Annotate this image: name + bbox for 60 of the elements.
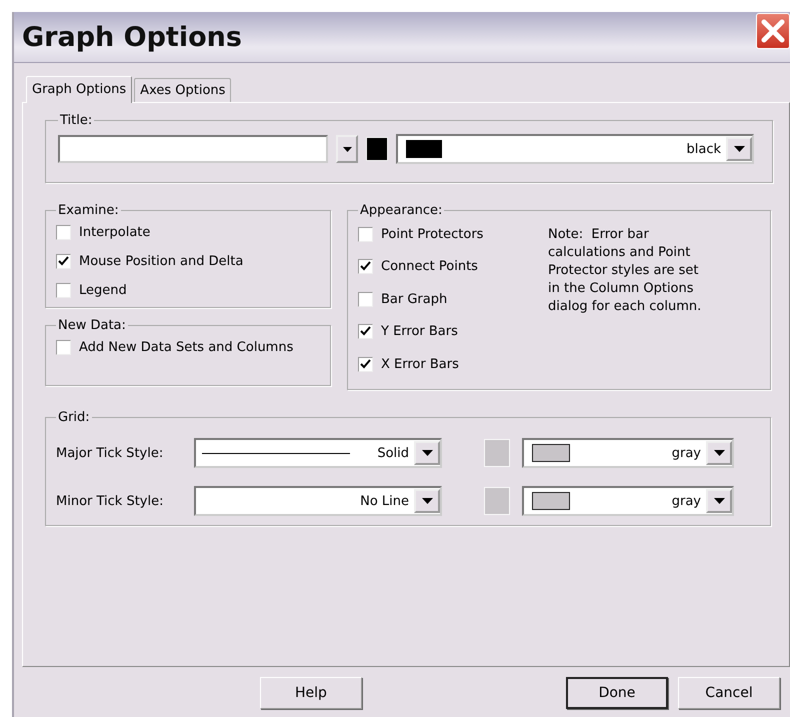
group-label: Grid: (57, 410, 91, 425)
dialog-button[interactable]: Done (566, 677, 668, 709)
dialog-button[interactable]: Cancel (678, 677, 780, 709)
group-label: New Data: (57, 318, 127, 333)
checkbox-label[interactable]: Bar Graph (381, 292, 448, 307)
style-name: No Line (360, 494, 410, 508)
dropdown-button[interactable] (706, 441, 732, 465)
dropdown-button[interactable] (706, 489, 732, 513)
note-text: Note: Error bar calculations and Point Protector styles are set in the Column Options dialog for each column. (548, 226, 702, 316)
caret-icon (734, 146, 744, 152)
checkbox-label[interactable]: Y Error Bars (381, 324, 458, 340)
dropdown-button[interactable] (414, 489, 440, 513)
caret-icon (714, 450, 724, 456)
dialog-button[interactable]: Help (260, 677, 362, 709)
checkbox[interactable] (56, 340, 71, 355)
window-title: Graph Options (22, 22, 242, 52)
checkbox[interactable] (56, 283, 71, 298)
dropdown-button[interactable] (726, 137, 752, 161)
checkbox[interactable] (358, 356, 373, 372)
checkbox-label[interactable]: Add New Data Sets and Columns (79, 340, 294, 355)
caret-icon (342, 146, 352, 152)
caret-icon (714, 498, 724, 504)
checkbox[interactable] (56, 225, 71, 240)
checkbox[interactable] (358, 259, 373, 274)
checkbox-label[interactable]: Interpolate (79, 225, 150, 240)
field-label: Minor Tick Style: (56, 494, 164, 508)
caret-icon (422, 498, 432, 504)
color-swatch[interactable] (484, 487, 510, 515)
tab[interactable]: Axes Options (134, 78, 232, 102)
color-name: black (686, 142, 722, 156)
caret-icon (422, 450, 432, 456)
color-dropdown[interactable]: black (396, 134, 754, 164)
close-icon (760, 18, 786, 44)
color-swatch[interactable] (484, 439, 510, 467)
checkbox-label[interactable]: Connect Points (381, 259, 478, 274)
line-style-dropdown[interactable]: Solid (194, 438, 442, 468)
checkbox-label[interactable]: Legend (79, 283, 127, 298)
color-dropdown[interactable]: gray (522, 438, 734, 468)
group-label: Appearance: (359, 203, 444, 218)
checkbox[interactable] (56, 254, 71, 269)
line-style-dropdown[interactable]: No Line (194, 486, 442, 516)
checkbox[interactable] (358, 292, 373, 307)
color-name: gray (672, 494, 702, 508)
style-name: Solid (377, 446, 410, 460)
checkbox-label[interactable]: Mouse Position and Delta (79, 254, 244, 269)
group-label: Title: (59, 113, 94, 128)
dropdown-button[interactable] (336, 135, 358, 163)
field-label: Major Tick Style: (56, 446, 164, 460)
group-label: Examine: (57, 203, 120, 218)
color-swatch[interactable] (366, 137, 388, 161)
checkbox[interactable] (358, 324, 373, 340)
checkbox[interactable] (358, 226, 373, 242)
color-dropdown[interactable]: gray (522, 486, 734, 516)
title-input-field[interactable] (58, 135, 328, 163)
color-name: gray (672, 446, 702, 460)
dropdown-button[interactable] (414, 441, 440, 465)
checkbox-label[interactable]: Point Protectors (381, 226, 484, 242)
close-button[interactable] (756, 13, 790, 49)
tab[interactable]: Graph Options (26, 76, 132, 103)
checkbox-label[interactable]: X Error Bars (381, 356, 459, 372)
